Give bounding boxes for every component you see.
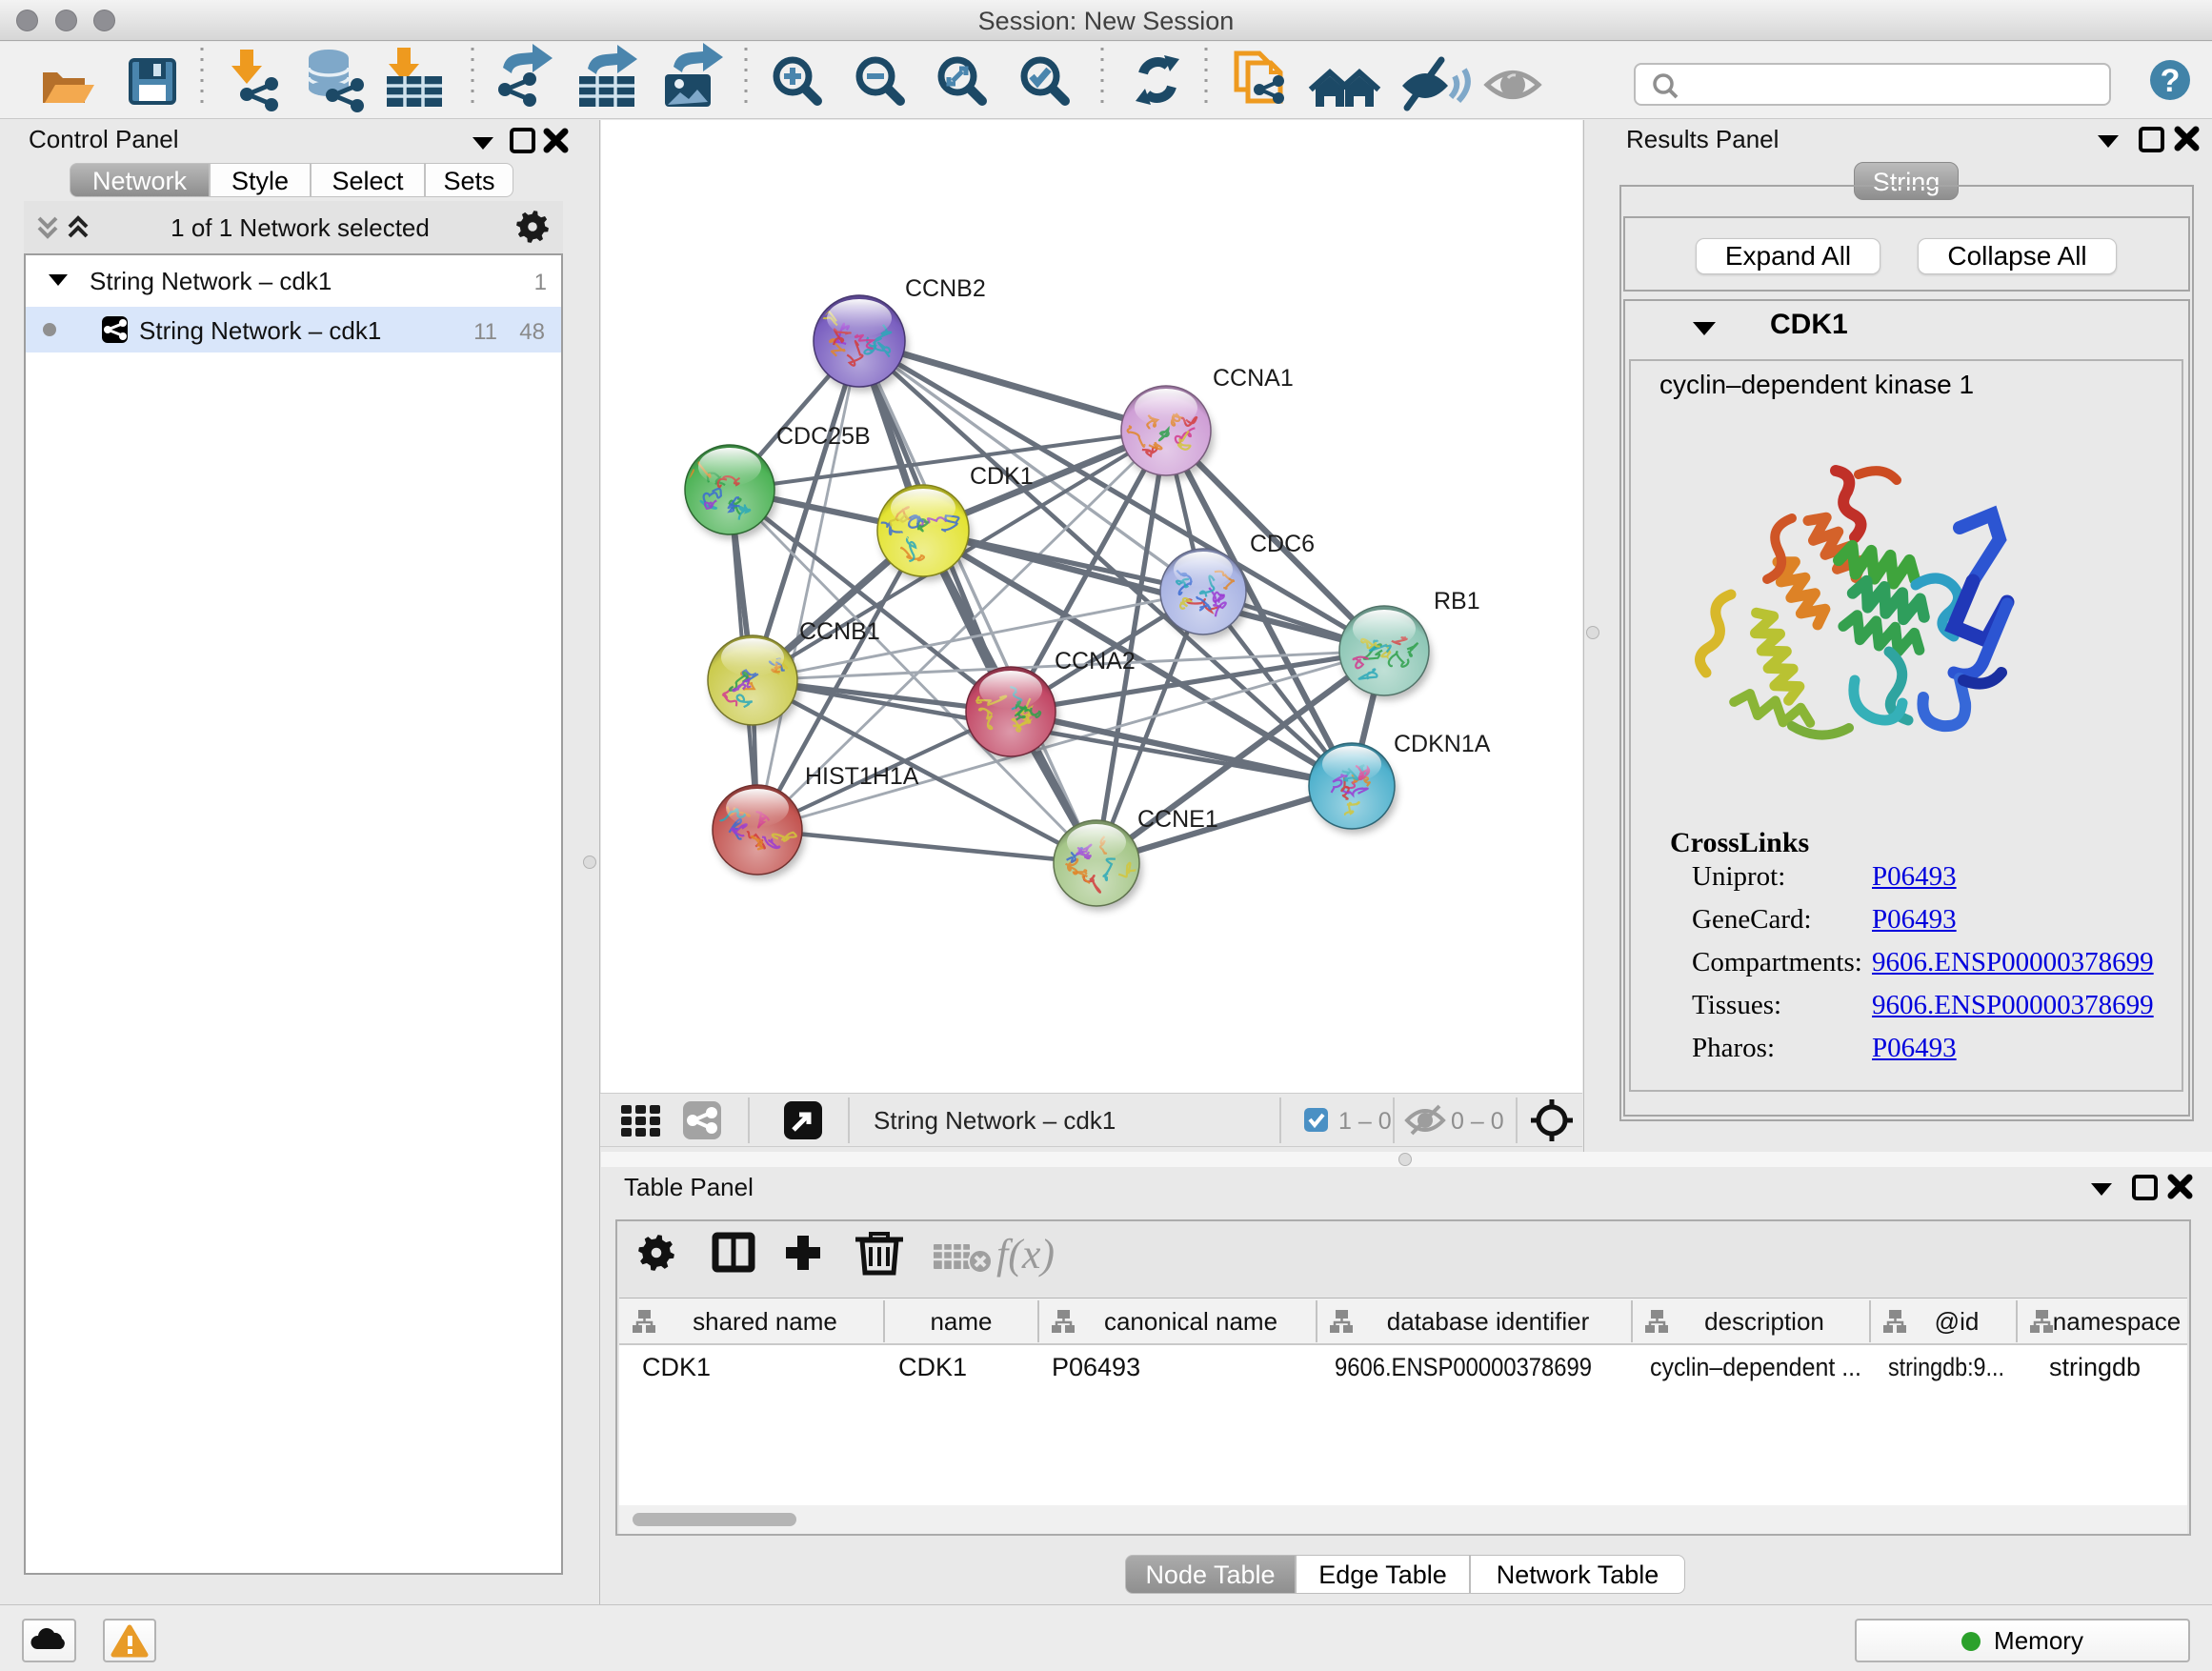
svg-text:?: ? [2161,63,2181,99]
svg-text:HIST1H1A: HIST1H1A [805,763,919,790]
svg-text:9606.ENSP00000378699: 9606.ENSP00000378699 [1335,1353,1592,1381]
svg-text:CCNA1: CCNA1 [1213,365,1294,392]
svg-text:CDKN1A: CDKN1A [1394,731,1491,757]
svg-text:name: name [930,1307,992,1336]
svg-text:database identifier: database identifier [1387,1307,1590,1336]
svg-text:f(x): f(x) [996,1231,1055,1278]
svg-text:RB1: RB1 [1434,588,1480,614]
svg-text:1 of 1 Network selected: 1 of 1 Network selected [171,213,430,242]
svg-text:CCNB2: CCNB2 [905,275,986,302]
svg-text:namespace: namespace [2053,1307,2181,1336]
svg-text:@id: @id [1935,1307,1980,1336]
svg-text:String Network – cdk1: String Network – cdk1 [90,267,332,295]
svg-text:CDK1: CDK1 [642,1353,711,1381]
svg-text:String Network – cdk1: String Network – cdk1 [139,316,381,345]
svg-text:stringdb:9...: stringdb:9... [1888,1353,2004,1381]
svg-text:11: 11 [473,319,497,345]
svg-text:48: 48 [519,319,545,345]
svg-text:CDC25B: CDC25B [776,423,871,450]
svg-text:shared name: shared name [693,1307,837,1336]
svg-text:cyclin–dependent ...: cyclin–dependent ... [1650,1353,1861,1381]
svg-text:P06493: P06493 [1052,1353,1140,1381]
svg-text:stringdb: stringdb [2049,1353,2141,1381]
svg-text:description: description [1704,1307,1824,1336]
svg-text:CDC6: CDC6 [1250,531,1315,557]
svg-text:CCNA2: CCNA2 [1055,648,1136,674]
svg-text:CDK1: CDK1 [898,1353,967,1381]
svg-text:0 – 0: 0 – 0 [1451,1108,1504,1135]
svg-text:String Network – cdk1: String Network – cdk1 [874,1106,1116,1135]
svg-text:1 – 0: 1 – 0 [1338,1108,1392,1135]
svg-text:CDK1: CDK1 [970,463,1034,490]
svg-text:CCNB1: CCNB1 [799,618,880,645]
svg-text:CCNE1: CCNE1 [1137,806,1218,833]
svg-text:1: 1 [534,270,547,295]
svg-text:canonical name: canonical name [1104,1307,1277,1336]
